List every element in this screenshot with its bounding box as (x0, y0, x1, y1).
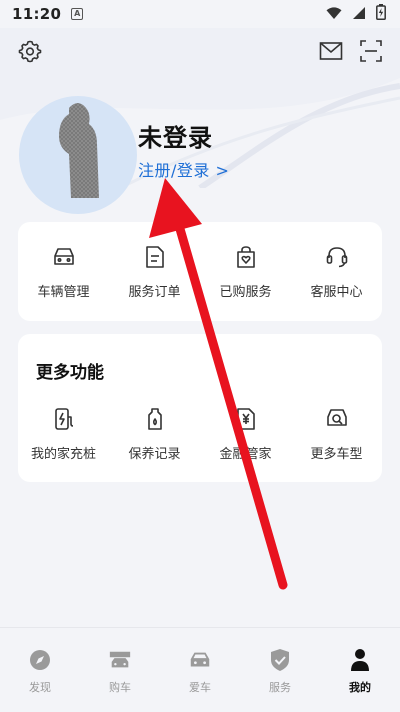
shopping-bag-icon (233, 244, 259, 270)
tab-mine[interactable]: 我的 (320, 648, 400, 695)
menu-label: 我的家充桩 (30, 447, 96, 462)
cell-signal-icon (352, 5, 366, 24)
avatar[interactable] (19, 96, 137, 214)
headset-icon (324, 244, 350, 270)
quick-menu-card: 车辆管理 服务订单 已购服务 客服中心 (18, 222, 382, 321)
wifi-icon (326, 5, 342, 24)
status-time: 11:20 (12, 5, 62, 23)
menu-label: 已购服务 (219, 285, 272, 300)
tab-discover[interactable]: 发现 (0, 648, 80, 695)
login-status-title: 未登录 (138, 124, 213, 152)
menu-purchased-services[interactable]: 已购服务 (200, 244, 291, 300)
charger-icon (51, 406, 77, 432)
menu-vehicle-management[interactable]: 车辆管理 (18, 244, 109, 300)
bottom-tab-bar: 发现 购车 爱车 服务 我的 (0, 627, 400, 712)
tab-my-car[interactable]: 爱车 (160, 648, 240, 695)
tab-label: 购车 (109, 681, 131, 694)
car-icon (51, 244, 77, 270)
more-functions-title: 更多功能 (36, 363, 104, 383)
car-search-icon (324, 406, 350, 432)
menu-customer-service[interactable]: 客服中心 (291, 244, 382, 300)
tab-label: 爱车 (189, 681, 211, 694)
tab-label: 发现 (29, 681, 51, 694)
menu-label: 客服中心 (310, 285, 363, 300)
my-car-icon (188, 648, 212, 672)
status-bar: 11:20 A (0, 0, 400, 28)
battery-icon (376, 4, 386, 24)
menu-label: 车辆管理 (37, 285, 90, 300)
more-maintenance-records[interactable]: 保养记录 (109, 406, 200, 462)
shield-check-icon (268, 648, 292, 672)
person-icon (348, 648, 372, 672)
yuan-document-icon (233, 406, 259, 432)
register-login-link[interactable]: 注册/登录 > (138, 157, 229, 181)
tab-buy-car[interactable]: 购车 (80, 648, 160, 695)
more-home-charger[interactable]: 我的家充桩 (18, 406, 109, 462)
more-finance-manager[interactable]: 金融管家 (200, 406, 291, 462)
notification-a-icon: A (71, 8, 84, 20)
order-icon (142, 244, 168, 270)
menu-label: 金融管家 (219, 447, 272, 462)
oil-bottle-icon (142, 406, 168, 432)
menu-label: 服务订单 (128, 285, 181, 300)
menu-label: 保养记录 (128, 447, 181, 462)
compass-icon (28, 648, 52, 672)
menu-service-orders[interactable]: 服务订单 (109, 244, 200, 300)
tab-label: 我的 (349, 681, 371, 694)
scan-icon[interactable] (358, 38, 384, 64)
tab-label: 服务 (269, 681, 291, 694)
more-functions-card: 更多功能 我的家充桩 保养记录 金融管家 更多车型 (18, 334, 382, 482)
more-car-models[interactable]: 更多车型 (291, 406, 382, 462)
settings-gear-icon[interactable] (17, 38, 43, 64)
car-showroom-icon (108, 648, 132, 672)
menu-label: 更多车型 (310, 447, 363, 462)
message-mail-icon[interactable] (318, 38, 344, 64)
tab-service[interactable]: 服务 (240, 648, 320, 695)
